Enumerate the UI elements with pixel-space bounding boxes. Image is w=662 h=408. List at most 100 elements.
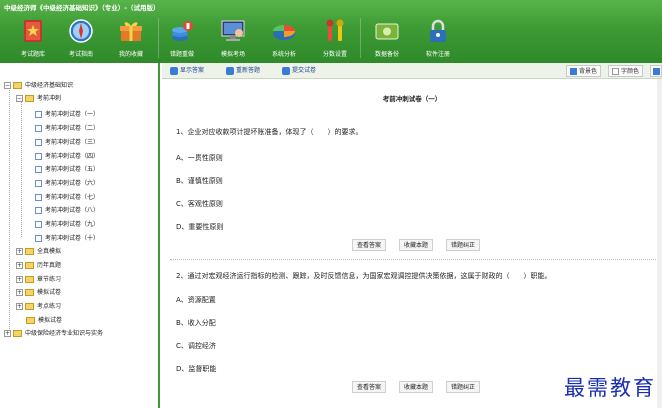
palette-icon bbox=[570, 68, 577, 75]
submit-icon bbox=[282, 66, 290, 75]
expand-icon[interactable]: + bbox=[16, 276, 23, 283]
show-answer-button[interactable]: 显示答案 bbox=[170, 65, 204, 77]
tree-item-paper[interactable]: 考前冲刺试卷（四） bbox=[35, 151, 99, 163]
question-panel: 显示答案 重新答题 提交试卷 背景色 字颜色 考前冲刺试卷（一） 1、企业对应收… bbox=[162, 63, 662, 408]
tree-node-section[interactable]: + 全真模拟 bbox=[16, 246, 61, 258]
tree-item-paper[interactable]: 考前冲刺试卷（十） bbox=[35, 233, 99, 245]
collapse-icon[interactable]: − bbox=[4, 82, 11, 89]
tree-node-section[interactable]: + 历年真题 bbox=[16, 260, 61, 272]
toolbar-button-my-favorites[interactable]: 我的收藏 bbox=[106, 14, 156, 62]
view-answer-button[interactable]: 查看答案 bbox=[352, 381, 387, 393]
toolbar-label: 数据备份 bbox=[374, 51, 399, 58]
toolbar-button-wrong-redo[interactable]: 错题重做 bbox=[157, 14, 207, 62]
tree-node-section[interactable]: + 章节练习 bbox=[16, 274, 61, 286]
tree-item-paper[interactable]: 考前冲刺试卷（五） bbox=[35, 164, 99, 176]
tree-item-paper[interactable]: 考前冲刺试卷（一） bbox=[35, 109, 99, 121]
vertical-scrollbar[interactable] bbox=[657, 79, 662, 408]
compass-icon bbox=[69, 19, 93, 43]
question-1-option-a[interactable]: A、一贯性原则 bbox=[176, 153, 223, 163]
collapse-icon[interactable]: − bbox=[16, 95, 23, 102]
tree-node-root[interactable]: − 中级经济基础知识 bbox=[4, 80, 73, 92]
toolbar-button-data-backup[interactable]: 数据备份 bbox=[362, 14, 412, 62]
document-icon bbox=[35, 111, 42, 118]
question-2-option-c[interactable]: C、调控经济 bbox=[176, 341, 216, 351]
font-color-button[interactable]: 字颜色 bbox=[608, 65, 644, 77]
tree-item-paper[interactable]: 考前冲刺试卷（七） bbox=[35, 192, 99, 204]
toolbar-button-score-settings[interactable]: 分数设置 bbox=[310, 14, 360, 62]
tree-node-section[interactable]: − 考前冲刺 bbox=[16, 93, 61, 105]
button-label: 显示答案 bbox=[180, 67, 205, 74]
expand-icon[interactable]: + bbox=[16, 248, 23, 255]
toolbar-label: 考试指南 bbox=[68, 51, 93, 58]
question-1-option-b[interactable]: B、谨慎性原则 bbox=[176, 176, 223, 186]
title-toolbar-area: 中级经济师《中级经济基础知识》（专业）-（试用版） 考试题库 考试指南 我的收藏… bbox=[0, 0, 662, 63]
tree-node-root[interactable]: + 中级保险经济专业知识与实务 bbox=[4, 328, 103, 340]
question-2-option-a[interactable]: A、资源配置 bbox=[176, 295, 216, 305]
stack-icon bbox=[172, 21, 193, 41]
tree-item-label: 考前冲刺试卷（九） bbox=[45, 221, 100, 228]
toolbar-button-question-bank[interactable]: 考试题库 bbox=[8, 14, 58, 62]
folder-icon bbox=[25, 289, 34, 296]
toolbar-button-mock-exam[interactable]: 模拟考场 bbox=[208, 14, 258, 62]
background-color-button[interactable]: 背景色 bbox=[566, 65, 602, 77]
folder-icon bbox=[25, 276, 34, 283]
toolbar-label: 错题重做 bbox=[169, 51, 194, 58]
toolbar-button-exam-guide[interactable]: 考试指南 bbox=[56, 14, 106, 62]
divider bbox=[170, 259, 656, 260]
tree-node-label: 历年真题 bbox=[37, 262, 62, 269]
expand-icon[interactable]: + bbox=[16, 289, 23, 296]
tree-item-label: 考前冲刺试卷（六） bbox=[45, 180, 100, 187]
button-label: 重新答题 bbox=[236, 67, 261, 74]
document-icon bbox=[35, 166, 42, 173]
document-icon bbox=[35, 207, 42, 214]
question-2-option-d[interactable]: D、监督职能 bbox=[176, 364, 216, 374]
toolbar-label: 软件注册 bbox=[425, 51, 450, 58]
submit-paper-button[interactable]: 提交试卷 bbox=[282, 65, 316, 77]
question-2-option-b[interactable]: B、收入分配 bbox=[176, 318, 216, 328]
tree-item-paper[interactable]: 考前冲刺试卷（二） bbox=[35, 123, 99, 135]
report-error-button[interactable]: 错题纠正 bbox=[446, 239, 481, 251]
zoom-button[interactable] bbox=[650, 65, 662, 77]
report-error-button[interactable]: 错题纠正 bbox=[446, 381, 481, 393]
tree-item-paper[interactable]: 考前冲刺试卷（六） bbox=[35, 178, 99, 190]
refresh-icon bbox=[226, 66, 234, 75]
button-label: 背景色 bbox=[579, 68, 598, 75]
folder-icon bbox=[25, 262, 34, 269]
question-1-option-c[interactable]: C、客观性原则 bbox=[176, 199, 223, 209]
tree-item-paper[interactable]: 考前冲刺试卷（三） bbox=[35, 137, 99, 149]
favorite-button[interactable]: 收藏本题 bbox=[399, 239, 434, 251]
tree-item-label: 考前冲刺试卷（七） bbox=[45, 194, 100, 201]
tree-item-label: 考前冲刺试卷（五） bbox=[45, 166, 100, 173]
favorite-button[interactable]: 收藏本题 bbox=[399, 381, 434, 393]
folder-icon bbox=[13, 82, 22, 89]
toolbar-label: 系统分析 bbox=[271, 51, 296, 58]
expand-icon[interactable]: + bbox=[16, 262, 23, 269]
folder-icon bbox=[25, 303, 34, 310]
main-toolbar: 考试题库 考试指南 我的收藏 错题重做 模拟考场 系统分析 分数设置 数据备份 … bbox=[0, 14, 662, 62]
tree-item-label: 考前冲刺试卷（十） bbox=[45, 235, 100, 242]
view-answer-button[interactable]: 查看答案 bbox=[352, 239, 387, 251]
toolbar-button-system-analysis[interactable]: 系统分析 bbox=[259, 14, 309, 62]
tree-node-section[interactable]: 模拟试卷 bbox=[26, 315, 62, 327]
paper-title: 考前冲刺试卷（一） bbox=[382, 95, 442, 103]
redo-button[interactable]: 重新答题 bbox=[226, 65, 260, 77]
toolbar-button-register[interactable]: 软件注册 bbox=[413, 14, 463, 62]
folder-icon bbox=[25, 248, 34, 255]
folder-icon bbox=[26, 317, 35, 324]
question-1-text: 1、企业对应收款项计提坏账准备，体现了（ ）的要求。 bbox=[176, 128, 363, 136]
tree-node-section[interactable]: + 模拟试卷 bbox=[16, 287, 61, 299]
tree-node-label: 章节练习 bbox=[37, 276, 62, 283]
tree-item-label: 考前冲刺试卷（二） bbox=[45, 125, 100, 132]
watermark-text: 最需教育 bbox=[564, 376, 656, 400]
question-1-option-d[interactable]: D、重要性原则 bbox=[176, 222, 223, 232]
tree-item-label: 考前冲刺试卷（一） bbox=[45, 111, 100, 118]
expand-icon[interactable]: + bbox=[4, 330, 11, 337]
tree-node-label: 中级经济基础知识 bbox=[25, 82, 74, 89]
tree-item-paper[interactable]: 考前冲刺试卷（八） bbox=[35, 205, 99, 217]
tree-node-label: 模拟试卷 bbox=[38, 317, 63, 324]
tree-item-paper[interactable]: 考前冲刺试卷（九） bbox=[35, 219, 99, 231]
document-icon bbox=[35, 125, 42, 132]
expand-icon[interactable]: + bbox=[16, 303, 23, 310]
tree-node-section[interactable]: + 考点练习 bbox=[16, 301, 61, 313]
computer-user-icon bbox=[221, 20, 245, 41]
